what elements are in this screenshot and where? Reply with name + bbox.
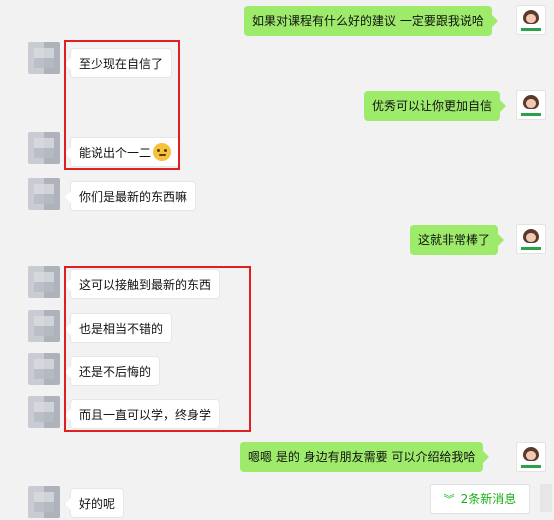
avatar-contact[interactable] [28,310,60,342]
brand-strip [521,247,541,250]
avatar-contact[interactable] [28,132,60,164]
avatar-face-icon [523,447,539,461]
avatar-face-icon [523,229,539,243]
new-messages-button[interactable]: ︾ 2条新消息 [430,484,530,514]
highlight-box [64,40,180,170]
message-bubble-sent[interactable]: 这就非常棒了 [410,225,505,255]
brand-strip [521,113,541,116]
brand-strip [521,465,541,468]
avatar-face-icon [523,10,539,24]
message-bubble-received[interactable]: 你们是最新的东西嘛 [64,181,197,211]
message-bubble-received[interactable]: 好的呢 [64,488,125,518]
scrollbar[interactable] [540,484,552,512]
avatar-contact[interactable] [28,178,60,210]
avatar-self[interactable] [516,90,546,120]
avatar-contact[interactable] [28,353,60,385]
message-bubble-sent[interactable]: 如果对课程有什么好的建议 一定要跟我说哈 [244,6,498,36]
highlight-box [64,266,251,432]
avatar-self[interactable] [516,224,546,254]
double-chevron-down-icon: ︾ [443,493,455,506]
avatar-contact[interactable] [28,486,60,518]
message-bubble-sent[interactable]: 优秀可以让你更加自信 [364,91,507,121]
avatar-contact[interactable] [28,42,60,74]
avatar-contact[interactable] [28,396,60,428]
new-messages-label: 2条新消息 [460,492,517,506]
brand-strip [521,28,541,31]
avatar-self[interactable] [516,5,546,35]
message-bubble-sent[interactable]: 嗯嗯 是的 身边有朋友需要 可以介绍给我哈 [240,442,490,472]
avatar-face-icon [523,95,539,109]
avatar-self[interactable] [516,442,546,472]
avatar-contact[interactable] [28,266,60,298]
